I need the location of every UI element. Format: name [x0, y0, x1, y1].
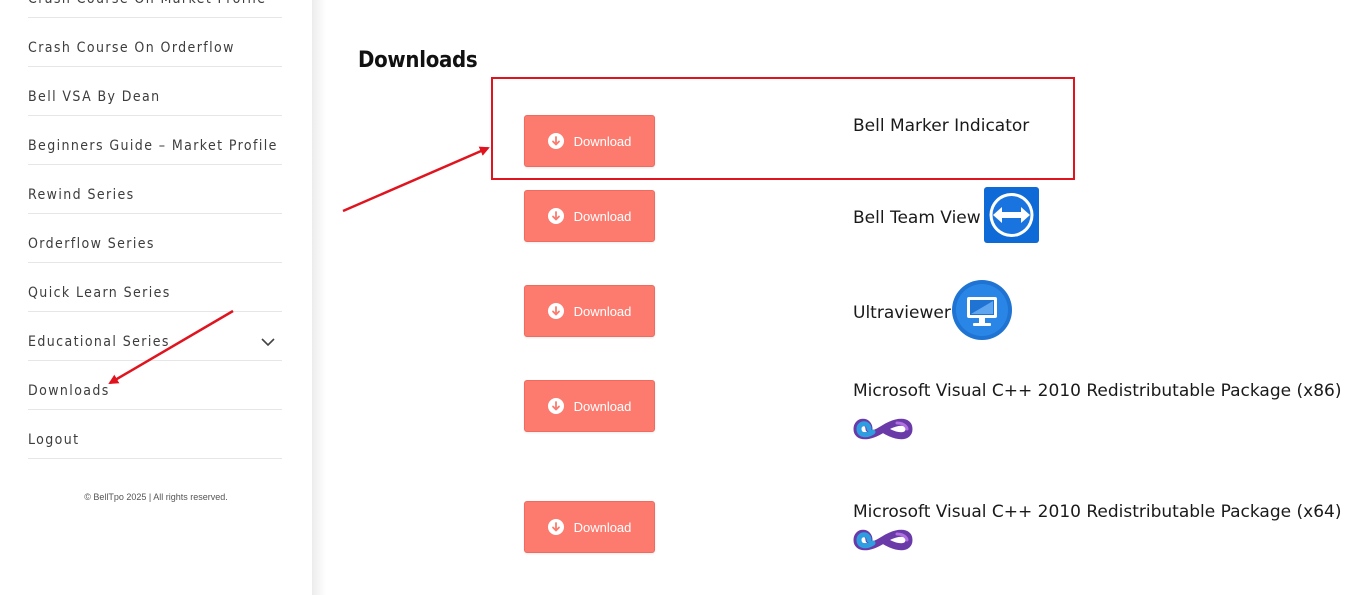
annotation-arrows — [108, 146, 490, 385]
annotation-arrow-to-downloads — [108, 309, 234, 385]
annotation-arrow-to-highlight — [342, 146, 490, 213]
